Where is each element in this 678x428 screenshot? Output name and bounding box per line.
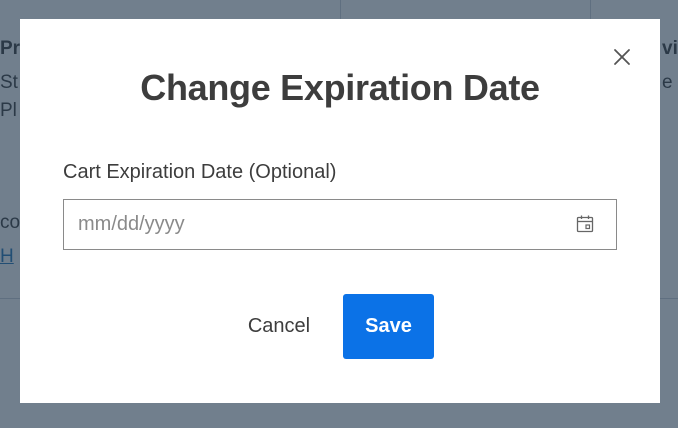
expiration-date-field[interactable] <box>63 199 617 250</box>
dialog-title: Change Expiration Date <box>140 67 540 108</box>
close-icon <box>614 49 630 65</box>
save-button[interactable]: Save <box>343 294 434 359</box>
calendar-icon <box>576 215 594 233</box>
expiration-date-input[interactable] <box>64 200 564 249</box>
calendar-button[interactable] <box>575 214 595 234</box>
change-expiration-dialog: Change Expiration Date Cart Expiration D… <box>20 19 660 403</box>
expiration-date-label: Cart Expiration Date (Optional) <box>63 161 337 183</box>
close-button[interactable] <box>610 45 634 69</box>
cancel-button[interactable]: Cancel <box>226 294 332 359</box>
